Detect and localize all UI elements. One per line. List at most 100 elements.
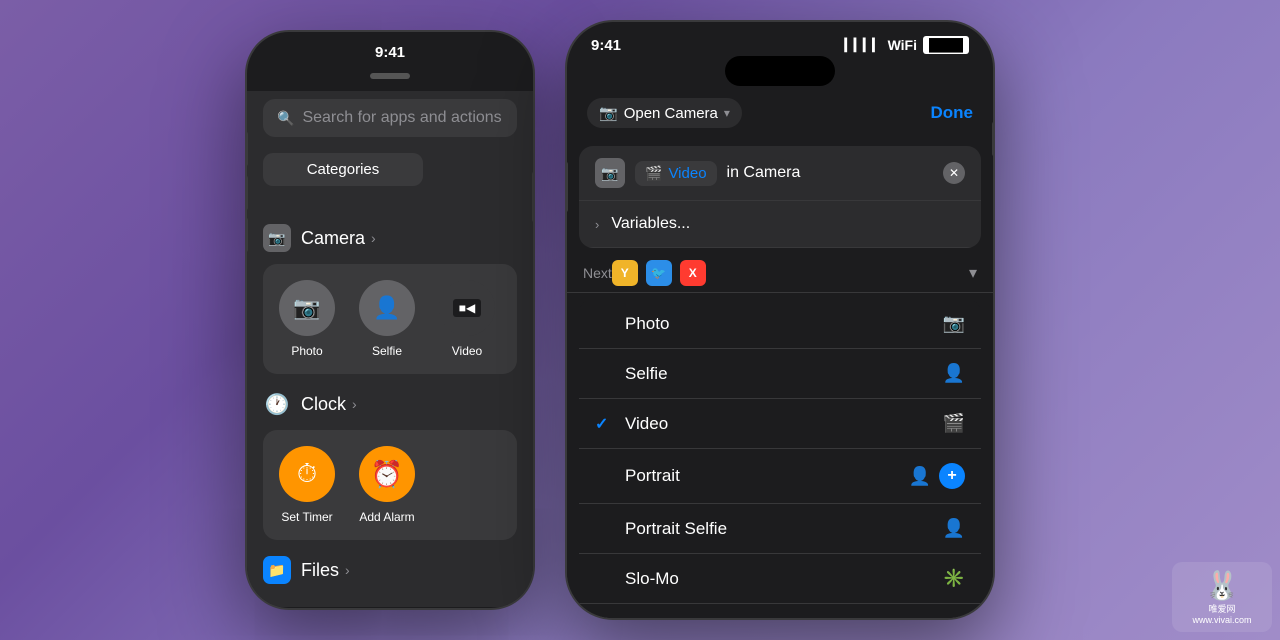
phone-left: 9:41 🔍 Search for apps and actions Categ… [245,30,535,610]
option-portrait-selfie-icon: 👤 [943,518,965,539]
video-badge[interactable]: 🎬 Video [635,161,717,186]
next-icon-x: X [680,260,706,286]
camera-app-icon: 📷 [263,224,291,252]
option-video-left: ✓ Video [595,414,668,434]
action-timer-label: Set Timer [281,510,332,524]
action-video-icon: ■◀ [439,280,495,336]
battery-icon: ████ [923,36,969,54]
video-badge-text: Video [668,165,706,182]
variables-row[interactable]: › Variables... [579,201,981,248]
option-portrait-right: 👤 + [909,463,965,489]
option-video-check: ✓ [595,414,615,434]
picker-camera-icon: 📷 [595,158,625,188]
right-header: 📷 Open Camera ▾ Done [567,90,993,138]
options-list: ✓ Photo 📷 ✓ Selfie 👤 ✓ [579,299,981,620]
action-photo-icon: 📷 [279,280,335,336]
open-camera-label: Open Camera [624,105,718,122]
action-selfie[interactable]: 👤 Selfie [355,280,419,358]
status-bar-left: 9:41 [247,32,533,65]
notch-left [370,73,410,79]
action-timer-icon: ⏱ [279,446,335,502]
action-video-label: Video [452,344,482,358]
next-icon-y: Y [612,260,638,286]
next-row-items: Y 🐦 X [612,260,969,286]
phone-left-body: 🔍 Search for apps and actions Categories… [247,91,533,607]
phone-right: 9:41 ▎▎▎▎ WiFi ████ 📷 Open Camera ▾ Done [565,20,995,620]
clock-chevron: › [352,396,357,412]
rabbit-emoji: 🐰 [1205,569,1240,602]
variables-text: Variables... [611,215,690,233]
option-portrait-left: ✓ Portrait [595,466,680,486]
dynamic-island [725,56,835,86]
action-alarm-label: Add Alarm [359,510,414,524]
option-portrait-text: Portrait [625,466,680,486]
status-bar-right: 9:41 ▎▎▎▎ WiFi ████ [567,22,993,56]
option-time-lapse[interactable]: ✓ Time-Lapse ⚙️ [579,604,981,620]
video-badge-icon: 🎬 [645,165,662,182]
vol-btn-3 [245,218,248,252]
option-portrait[interactable]: ✓ Portrait 👤 + [579,449,981,504]
option-portrait-selfie-check: ✓ [595,519,615,539]
done-button[interactable]: Done [931,103,974,123]
status-icons: ▎▎▎▎ WiFi ████ [845,36,969,54]
option-portrait-check: ✓ [595,466,615,486]
clock-section-header[interactable]: 🕐 Clock › [263,390,517,418]
files-app-icon: 📁 [263,556,291,584]
option-time-lapse-check: ✓ [595,619,615,621]
option-time-lapse-icon: ⚙️ [943,618,965,620]
action-selfie-icon: 👤 [359,280,415,336]
picker-input-row: 📷 🎬 Video in Camera ✕ [579,146,981,201]
next-icon-bluebird: 🐦 [646,260,672,286]
search-bar[interactable]: 🔍 Search for apps and actions [263,99,517,137]
files-section: 📁 Files › [263,556,517,584]
open-camera-button[interactable]: 📷 Open Camera ▾ [587,98,742,128]
clock-section: 🕐 Clock › ⏱ Set Timer ⏰ Add Alarm [263,390,517,540]
portrait-add-button[interactable]: + [939,463,965,489]
camera-actions-scroll[interactable]: 📷 Photo 👤 Selfie ■◀ Video [263,264,517,374]
option-slo-mo-icon: ✳️ [943,568,965,589]
open-camera-icon: 📷 [599,104,618,122]
action-add-alarm[interactable]: ⏰ Add Alarm [355,446,419,524]
option-portrait-selfie[interactable]: ✓ Portrait Selfie 👤 [579,504,981,554]
next-section: Next Y 🐦 X ▾ [567,254,993,293]
clock-app-icon: 🕐 [263,390,291,418]
camera-emoji: 📷 [268,230,285,247]
option-time-lapse-text: Time-Lapse [625,619,714,621]
option-portrait-selfie-text: Portrait Selfie [625,519,727,539]
camera-app-name: Camera › [301,228,376,249]
option-portrait-selfie-left: ✓ Portrait Selfie [595,519,727,539]
vol-btn-right-1 [992,122,995,156]
next-chevron-down: ▾ [969,263,977,283]
files-section-header[interactable]: 📁 Files › [263,556,517,584]
vol-btn-2 [245,176,248,210]
option-slo-mo[interactable]: ✓ Slo-Mo ✳️ [579,554,981,604]
action-video[interactable]: ■◀ Video [435,280,499,358]
option-slo-mo-left: ✓ Slo-Mo [595,569,679,589]
option-photo-left: ✓ Photo [595,314,669,334]
clear-button[interactable]: ✕ [943,162,965,184]
option-selfie-icon: 👤 [943,363,965,384]
option-photo-icon: 📷 [943,313,965,334]
option-photo[interactable]: ✓ Photo 📷 [579,299,981,349]
signal-icon: ▎▎▎▎ [845,38,882,52]
clock-actions-scroll[interactable]: ⏱ Set Timer ⏰ Add Alarm [263,430,517,540]
option-photo-text: Photo [625,314,669,334]
option-selfie-left: ✓ Selfie [595,364,668,384]
option-photo-check: ✓ [595,314,615,334]
action-alarm-icon: ⏰ [359,446,415,502]
option-video[interactable]: ✓ Video 🎬 [579,399,981,449]
phones-container: 9:41 🔍 Search for apps and actions Categ… [0,0,1280,640]
categories-button[interactable]: Categories [263,153,423,186]
action-set-timer[interactable]: ⏱ Set Timer [275,446,339,524]
action-photo-label: Photo [291,344,322,358]
option-video-icon: 🎬 [943,413,965,434]
action-photo[interactable]: 📷 Photo [275,280,339,358]
watermark-url: www.vivai.com [1192,615,1251,625]
option-slo-mo-check: ✓ [595,569,615,589]
option-time-lapse-left: ✓ Time-Lapse [595,619,714,621]
camera-section-header[interactable]: 📷 Camera › [263,224,517,252]
option-selfie-text: Selfie [625,364,668,384]
time-left: 9:41 [375,44,405,61]
option-selfie[interactable]: ✓ Selfie 👤 [579,349,981,399]
vol-btn-1 [245,132,248,166]
